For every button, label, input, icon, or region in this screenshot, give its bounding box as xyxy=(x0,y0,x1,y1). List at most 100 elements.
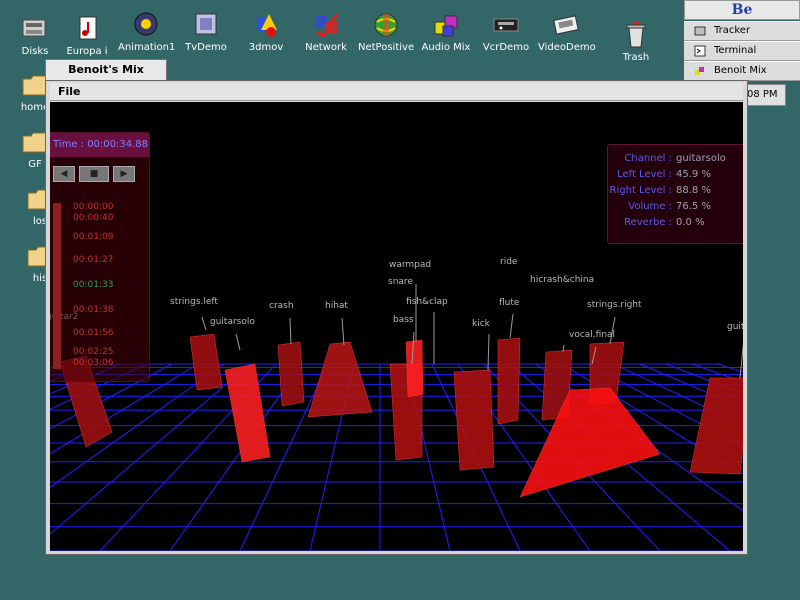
label-fish-clap: fish&clap xyxy=(406,297,448,307)
clock[interactable]: 08 PM xyxy=(744,84,786,106)
deskbar-item-label: Tracker xyxy=(714,25,751,36)
label-snare: snare xyxy=(388,277,413,287)
animation-icon xyxy=(134,12,158,36)
label-vocal-final: vocal.final xyxy=(569,330,616,340)
desktop-icon-network[interactable]: Network xyxy=(296,10,356,53)
label-ride: ride xyxy=(500,257,518,267)
timeline-mark: 00:01:27 xyxy=(73,255,114,265)
timeline-mark: 00:03:06 xyxy=(73,358,114,368)
timeline-mark: 00:00:00 xyxy=(73,202,114,212)
grid-line xyxy=(50,363,173,430)
tracker-icon xyxy=(694,26,706,36)
video-icon xyxy=(553,15,579,35)
disk-icon xyxy=(22,19,46,37)
network-icon xyxy=(315,13,339,39)
desktop-icon-label: Audio Mix xyxy=(421,42,471,53)
desktop-icon-label: VideoDemo xyxy=(538,42,596,53)
desktop-icon-label: NetPositive xyxy=(358,42,415,53)
deskbar-item-benoit-mix[interactable]: Benoit Mix xyxy=(684,61,800,81)
label-leader xyxy=(341,317,345,346)
left-level-key: Left Level : xyxy=(617,169,672,180)
label-leader xyxy=(235,333,241,351)
desktop-icon-netpositive[interactable]: NetPositive xyxy=(356,10,416,53)
label-leader xyxy=(509,313,514,339)
desktop-icon-label: Disks xyxy=(21,46,49,57)
desktop-icon-videodemo[interactable]: VideoDemo xyxy=(536,10,596,53)
channel-key: Channel : xyxy=(624,153,672,164)
audio-mix-window: File warmpad ride snare hicrash&china fi… xyxy=(45,59,748,555)
label-strings-right: strings.right xyxy=(587,300,642,310)
cubes-icon xyxy=(695,67,704,75)
desktop-icon-label: Network xyxy=(305,42,347,53)
timeline-mark: 00:01:09 xyxy=(73,232,114,242)
deskbar-item-terminal[interactable]: Terminal xyxy=(684,41,800,61)
desktop-icon-animation1[interactable]: Animation1 xyxy=(116,10,176,53)
right-level-value: 88.8 % xyxy=(676,185,711,196)
label-guitarsolo: guitarsolo xyxy=(210,317,255,327)
desktop-icon-audiomix[interactable]: Audio Mix xyxy=(416,10,476,53)
label-crash: crash xyxy=(269,301,294,311)
timeline-mark: 00:00:40 xyxy=(73,213,114,223)
label-leader xyxy=(201,316,207,331)
label-kick: kick xyxy=(472,319,490,329)
instrument-block xyxy=(453,369,495,471)
mix-3d-view[interactable]: warmpad ride snare hicrash&china fish&cl… xyxy=(50,102,743,551)
time-readout: Time : 00:00:34.88 xyxy=(50,133,149,157)
transport-panel: Time : 00:00:34.88 ◀ ■ ▶ 00:00:00 00:00:… xyxy=(50,132,150,382)
cubes-icon xyxy=(434,15,458,37)
be-menu-button[interactable]: Be xyxy=(684,0,800,20)
music-doc-icon xyxy=(79,16,97,40)
left-level-value: 45.9 % xyxy=(676,169,711,180)
desktop-icon-label: Trash xyxy=(622,52,650,63)
channel-info-panel: Channel : guitarsolo Left Level : 45.9 % R… xyxy=(607,144,743,244)
globe-icon xyxy=(374,13,398,37)
be-logo: Be xyxy=(731,2,753,18)
timeline-mark-current: 00:01:33 xyxy=(73,280,114,290)
label-strings-left: strings.left xyxy=(170,297,218,307)
instrument-block xyxy=(497,337,521,425)
desktop-icon-label: TvDemo xyxy=(185,42,227,53)
desktop-icon-disks[interactable]: Disks xyxy=(5,14,65,57)
deskbar-item-label: Terminal xyxy=(714,45,757,56)
window-frame: File warmpad ride snare hicrash&china fi… xyxy=(45,80,748,555)
grid-line xyxy=(50,363,69,371)
label-leader xyxy=(487,333,490,371)
timeline-slider[interactable] xyxy=(53,203,61,369)
volume-value: 76.5 % xyxy=(676,201,711,212)
desktop-icon-label: VcrDemo xyxy=(482,42,530,53)
desktop-icon-label: Europa i xyxy=(66,46,108,57)
reverb-key: Reverbe : xyxy=(624,217,672,228)
timeline-mark: 00:01:38 xyxy=(73,305,114,315)
menu-bar: File xyxy=(50,83,743,101)
volume-key: Volume : xyxy=(628,201,672,212)
label-warmpad: warmpad xyxy=(389,260,432,270)
label-guit: guit xyxy=(727,322,743,332)
desktop-icon-3dmov[interactable]: 3dmov xyxy=(236,10,296,53)
instrument-blocks xyxy=(59,333,743,498)
channel-value: guitarsolo xyxy=(676,153,726,164)
label-hihat: hihat xyxy=(325,301,348,311)
rewind-button[interactable]: ◀ xyxy=(53,166,75,182)
instrument-block xyxy=(277,341,305,407)
instrument-block xyxy=(405,339,424,398)
desktop-icon-label: Animation1 xyxy=(118,42,176,53)
window-title-tab[interactable]: Benoit's Mix xyxy=(45,59,167,80)
desktop-icon-tvdemo[interactable]: TvDemo xyxy=(176,10,236,53)
play-button[interactable]: ▶ xyxy=(113,166,135,182)
deskbar-item-label: Benoit Mix xyxy=(714,65,767,76)
stop-button[interactable]: ■ xyxy=(79,166,109,182)
right-level-key: Right Level : xyxy=(609,185,672,196)
3d-shapes-icon xyxy=(257,14,277,37)
deskbar-item-tracker[interactable]: Tracker xyxy=(684,21,800,41)
desktop-icon-vcrdemo[interactable]: VcrDemo xyxy=(476,10,536,53)
label-bass: bass xyxy=(393,315,414,325)
desktop-icon-label: 3dmov xyxy=(248,42,284,53)
label-leader xyxy=(289,317,292,345)
label-hicrash-china: hicrash&china xyxy=(530,275,595,285)
tv-icon xyxy=(195,13,217,35)
desktop-icon-trash[interactable]: Trash xyxy=(606,20,666,63)
menu-file[interactable]: File xyxy=(58,85,81,98)
reverb-value: 0.0 % xyxy=(676,217,705,228)
desktop-icon-europa[interactable]: Europa i xyxy=(57,14,117,57)
instrument-block xyxy=(224,363,271,463)
